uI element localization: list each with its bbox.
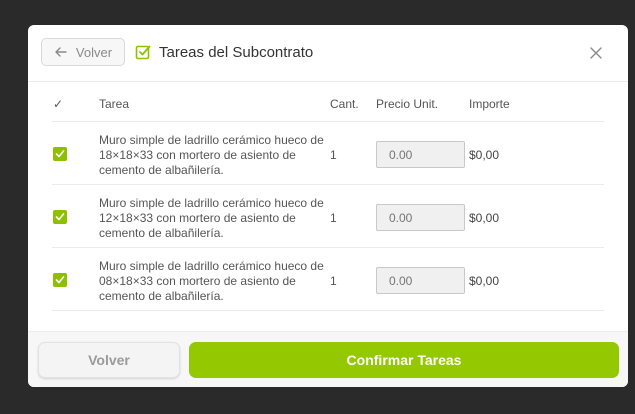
modal-footer: Volver Confirmar Tareas [28,331,628,387]
unit-price-input[interactable] [376,204,465,231]
task-amount: $0,00 [469,211,500,225]
table-row: Muro simple de ladrillo cerámico hueco d… [52,185,604,248]
row-checkbox[interactable] [53,147,67,161]
column-header-unit-price: Precio Unit. [376,97,439,111]
task-quantity: 1 [330,274,337,288]
task-quantity: 1 [330,148,337,162]
volver-button[interactable]: Volver [38,342,180,378]
table-header: ✓ Tarea Cant. Precio Unit. Importe [52,83,604,122]
column-header-task: Tarea [99,97,130,111]
checkmark-icon [55,213,65,221]
table-row: Muro simple de ladrillo cerámico hueco d… [52,248,604,311]
tasks-modal: Volver Tareas del Subcontrato ✓ Tarea Ca… [28,25,628,387]
arrow-left-icon [55,47,67,57]
row-checkbox[interactable] [53,273,67,287]
checkbox-checked-icon [135,45,151,60]
checkmark-icon [55,150,65,158]
task-amount: $0,00 [469,274,500,288]
task-description: Muro simple de ladrillo cerámico hueco d… [99,133,324,177]
column-header-check: ✓ [53,97,64,111]
column-header-qty: Cant. [330,97,359,111]
task-description: Muro simple de ladrillo cerámico hueco d… [99,196,324,240]
column-header-amount: Importe [469,97,510,111]
unit-price-input[interactable] [376,141,465,168]
modal-header: Volver Tareas del Subcontrato [28,25,628,82]
row-checkbox[interactable] [53,210,67,224]
checkmark-icon [55,276,65,284]
header-back-label: Volver [75,44,113,60]
header-back-button[interactable]: Volver [41,38,125,66]
tasks-table: ✓ Tarea Cant. Precio Unit. Importe Muro … [52,83,604,311]
task-description: Muro simple de ladrillo cerámico hueco d… [99,259,324,303]
unit-price-input[interactable] [376,267,465,294]
task-quantity: 1 [330,211,337,225]
task-amount: $0,00 [469,148,500,162]
modal-title: Tareas del Subcontrato [159,44,314,61]
close-icon[interactable] [590,47,602,59]
confirm-tasks-button[interactable]: Confirmar Tareas [189,342,619,378]
table-row: Muro simple de ladrillo cerámico hueco d… [52,122,604,185]
